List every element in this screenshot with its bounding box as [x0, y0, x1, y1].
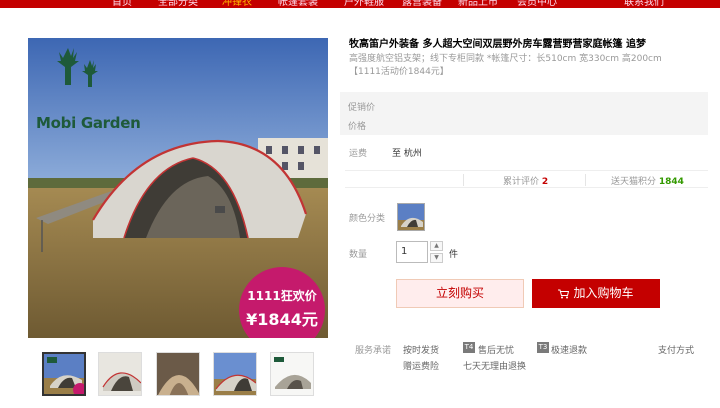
buy-now-button[interactable]: 立刻购买 [396, 279, 524, 308]
main-product-image[interactable]: Mobi Garden 1111狂欢价 ¥1844元 [28, 38, 328, 338]
thumbnail-1[interactable] [42, 352, 86, 396]
service-shipping-insurance[interactable]: 赠运费险 [403, 359, 439, 372]
price-label: 价格 [348, 122, 367, 132]
nav-item[interactable]: 新品上市 [458, 0, 498, 8]
quantity-label: 数量 [349, 250, 368, 260]
points-value: 1844 [658, 177, 684, 187]
cart-icon [558, 289, 570, 298]
thumbnail-5[interactable] [270, 352, 314, 396]
stats-divider [585, 174, 586, 186]
service-after-sales[interactable]: 售后无忧 [478, 343, 514, 356]
product-subtitle: 高强度航空铝支架；线下专柜同款 *帐篷尺寸：长510cm 宽330cm 高200… [349, 54, 662, 77]
promo-line1: 1111狂欢价 [247, 289, 317, 303]
nav-item[interactable]: 户外鞋服 [344, 0, 384, 8]
review-count: 2 [541, 177, 549, 187]
shipping-destination[interactable]: 至 杭州 [392, 146, 422, 159]
thumbnail-2[interactable] [98, 352, 142, 396]
promo-price-label: 促销价 [348, 103, 376, 113]
nav-item[interactable]: 露营装备 [402, 0, 442, 8]
t4-badge-icon: T4 [463, 342, 475, 353]
points-label: 送天猫积分 [611, 177, 657, 187]
add-to-cart-label: 加入购物车 [573, 286, 634, 300]
stats-divider [463, 174, 464, 186]
service-fast-refund[interactable]: 极速退款 [551, 343, 587, 356]
t3-badge-icon: T3 [537, 342, 549, 353]
nav-item[interactable]: 冲锋衣 [222, 0, 252, 8]
quantity-input[interactable]: 1 [396, 241, 428, 263]
thumbnail-3[interactable] [156, 352, 200, 396]
nav-item[interactable]: 全部分类 [158, 0, 198, 8]
services-label: 服务承诺 [355, 346, 392, 356]
nav-item[interactable]: 帐篷套装 [278, 0, 318, 8]
stats-bar: 累计评价 2 送天猫积分 1844 [345, 170, 708, 188]
top-nav: 首页 全部分类 冲锋衣 帐篷套装 户外鞋服 露营装备 新品上市 会员中心 联系我… [0, 0, 720, 8]
thumbnail-4[interactable] [213, 352, 257, 396]
color-option-swatch[interactable] [397, 203, 425, 231]
review-stat[interactable]: 累计评价 2 [503, 174, 548, 187]
add-to-cart-button[interactable]: 加入购物车 [532, 279, 660, 308]
promo-line2: ¥1844元 [246, 310, 318, 329]
price-panel: 促销价 价格 [340, 92, 708, 135]
nav-item[interactable]: 联系我们 [624, 0, 664, 8]
quantity-decrease-button[interactable]: ▼ [430, 253, 443, 263]
review-label: 累计评价 [503, 177, 540, 187]
nav-item[interactable]: 会员中心 [517, 0, 557, 8]
points-stat: 送天猫积分 1844 [611, 174, 684, 187]
payment-methods-link[interactable]: 支付方式 [658, 343, 694, 356]
nav-item[interactable]: 首页 [112, 0, 132, 8]
shipping-label: 运费 [349, 149, 368, 159]
service-seven-day-return[interactable]: 七天无理由退换 [463, 359, 526, 372]
service-on-time-delivery[interactable]: 按时发货 [403, 343, 439, 356]
brand-logo: Mobi Garden [36, 114, 141, 132]
quantity-unit: 件 [449, 250, 459, 260]
product-title: 牧高笛户外装备 多人超大空间双层野外房车露营野营家庭帐篷 追梦 [349, 39, 646, 50]
quantity-increase-button[interactable]: ▲ [430, 241, 443, 251]
color-label: 颜色分类 [349, 214, 386, 224]
